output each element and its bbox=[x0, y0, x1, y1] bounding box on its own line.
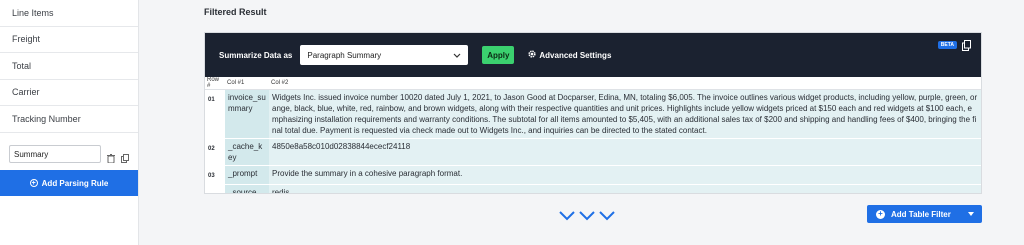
table-header-row: Row # Col #1 Col #2 bbox=[205, 77, 981, 90]
result-table: Row # Col #1 Col #2 01 invoice_summary W… bbox=[205, 77, 981, 193]
plus-circle-icon: + bbox=[876, 209, 885, 219]
row-number: 01 bbox=[205, 89, 225, 139]
sidebar-item-label: Freight bbox=[12, 34, 41, 45]
chevron-down-icon bbox=[599, 208, 615, 226]
advanced-settings-button[interactable]: Advanced Settings bbox=[528, 50, 611, 60]
sidebar-item-tracking-number[interactable]: Tracking Number bbox=[0, 106, 138, 133]
row-number: 03 bbox=[205, 165, 225, 185]
sidebar-item-label: Total bbox=[12, 60, 32, 71]
header-row-number: Row # bbox=[205, 77, 225, 90]
sidebar-item-carrier[interactable]: Carrier bbox=[0, 80, 138, 106]
row-key: _cache_key bbox=[225, 138, 269, 166]
sidebar-item-freight[interactable]: Freight bbox=[0, 27, 138, 53]
row-key: invoice_summary bbox=[225, 89, 269, 139]
apply-label: Apply bbox=[487, 50, 510, 60]
advanced-settings-label: Advanced Settings bbox=[539, 50, 612, 60]
beta-badge: BETA bbox=[937, 41, 957, 49]
gear-icon bbox=[528, 50, 536, 60]
chevron-down-icon bbox=[579, 208, 595, 226]
table-row: 03 _prompt Provide the summary in a cohe… bbox=[205, 165, 981, 185]
result-panel: Summarize Data as Paragraph Summary Appl… bbox=[204, 32, 982, 194]
chevron-down-icon bbox=[559, 208, 575, 226]
row-number: 02 bbox=[205, 138, 225, 166]
summarize-toolbar: Summarize Data as Paragraph Summary Appl… bbox=[205, 33, 981, 77]
sidebar-item-label: Line Items bbox=[12, 7, 54, 18]
add-parsing-rule-label: Add Parsing Rule bbox=[41, 178, 109, 188]
chevron-down-icon bbox=[453, 51, 461, 60]
copy-icon[interactable] bbox=[121, 150, 129, 163]
table-row: 01 invoice_summary Widgets Inc. issued i… bbox=[205, 89, 981, 139]
header-col-1: Col #1 bbox=[225, 77, 269, 90]
row-key: _source bbox=[225, 184, 269, 193]
row-value: 4850e8a58c010d02838844ececf24118 bbox=[269, 138, 981, 166]
load-more-chevrons[interactable] bbox=[559, 208, 615, 226]
add-parsing-rule-button[interactable]: + Add Parsing Rule bbox=[0, 170, 138, 196]
apply-button[interactable]: Apply bbox=[482, 46, 515, 64]
page-title: Filtered Result bbox=[204, 7, 267, 17]
caret-down-icon[interactable] bbox=[968, 212, 974, 216]
copy-result-icon[interactable] bbox=[962, 38, 971, 56]
sidebar: Line Items Freight Total Carrier Trackin… bbox=[0, 0, 139, 245]
trash-icon[interactable] bbox=[107, 150, 115, 163]
select-value: Paragraph Summary bbox=[307, 50, 382, 60]
rule-name-input[interactable] bbox=[9, 145, 101, 163]
add-table-filter-button[interactable]: + Add Table Filter bbox=[867, 205, 982, 223]
summary-type-select[interactable]: Paragraph Summary bbox=[300, 45, 469, 65]
row-value: Widgets Inc. issued invoice number 10020… bbox=[269, 89, 981, 139]
parsing-rule-row bbox=[0, 140, 138, 168]
row-number bbox=[205, 184, 225, 193]
add-table-filter-label: Add Table Filter bbox=[891, 209, 951, 219]
row-value: redis bbox=[269, 184, 981, 193]
row-value: Provide the summary in a cohesive paragr… bbox=[269, 165, 981, 185]
sidebar-item-line-items[interactable]: Line Items bbox=[0, 0, 138, 27]
sidebar-item-total[interactable]: Total bbox=[0, 53, 138, 80]
table-row: _source redis bbox=[205, 184, 981, 193]
sidebar-item-label: Carrier bbox=[12, 87, 40, 98]
table-row: 02 _cache_key 4850e8a58c010d02838844ecec… bbox=[205, 138, 981, 166]
plus-circle-icon: + bbox=[29, 179, 38, 187]
sidebar-item-label: Tracking Number bbox=[12, 113, 81, 124]
header-col-2: Col #2 bbox=[269, 77, 981, 90]
summarize-label: Summarize Data as bbox=[219, 50, 293, 60]
row-key: _prompt bbox=[225, 165, 269, 185]
